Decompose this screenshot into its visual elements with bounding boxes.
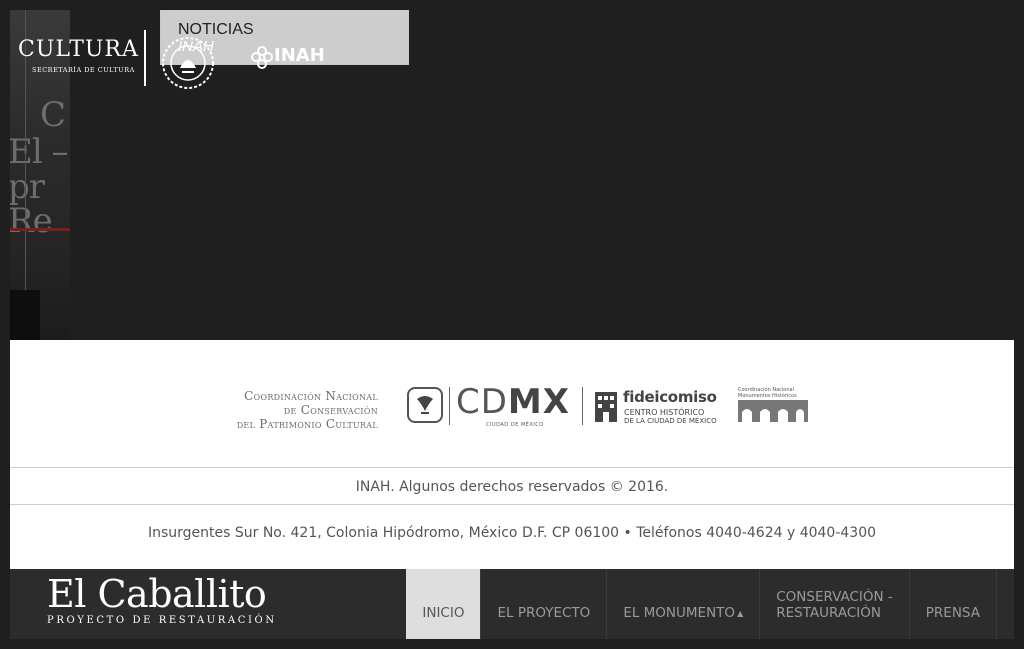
site-logo-subtitle: PROYECTO DE RESTAURACIÓN [47,615,277,626]
fideicomiso-subtitle: CENTRO HISTÓRICO [624,408,705,417]
thumbnail-shadow [10,290,40,340]
nav-item-el-proyecto[interactable]: EL PROYECTO [481,569,608,639]
inah-flower-icon [251,46,273,69]
monuments-arches-icon[interactable] [738,400,808,422]
copyright-text: INAH. Algunos derechos reservados © 2016… [10,467,1014,505]
main-navbar: El Caballito PROYECTO DE RESTAURACIÓN IN… [10,569,1014,639]
nav-item-label: EL PROYECTO [497,605,591,621]
caret-up-icon: ▲ [737,609,744,618]
logo-separator [144,30,146,86]
mexico-seal-icon [162,37,214,89]
thumbnail-ghost-text: El – [10,132,69,172]
cdmx-logo-bold: MX [507,382,570,422]
nav-item-label: PRENSA [925,605,980,621]
nav-item-label-line: CONSERVACIÓN - [776,589,893,605]
nav-item-inicio[interactable]: INICIO [406,569,482,639]
cncpc-logo[interactable]: Coordinación Nacional de Conservación de… [215,389,378,431]
nav-menu: INICIO EL PROYECTO EL MONUMENTO ▲ CONSERV… [406,569,997,639]
thumbnail-ghost-text: C [40,95,66,135]
cncpc-logo-line: de Conservación [283,403,378,417]
cultura-logo-subtitle: SECRETARÍA DE CULTURA [32,66,135,74]
fideicomiso-subtitle: DE LA CIUDAD DE MÉXICO [624,417,717,425]
cultura-logo: CULTURA [18,37,139,62]
nav-item-label: EL MONUMENTO [623,605,736,621]
fideicomiso-logo[interactable]: fideicomiso [623,388,717,406]
cncpc-logo-line: del Patrimonio Cultural [236,417,378,431]
partner-logos: Coordinación Nacional de Conservación de… [10,380,1014,440]
page-frame: C El – pr Re NOTICIAS INAH CULTURA SECRE… [10,10,1014,639]
contact-address: Insurgentes Sur No. 421, Colonia Hipódro… [147,525,877,541]
cdmx-logo-light: CD [456,382,508,422]
logo-divider [449,387,450,425]
nav-item-label-line: RESTAURACIÓN [776,605,881,621]
site-logo[interactable]: El Caballito PROYECTO DE RESTAURACIÓN [47,572,277,626]
phoenix-icon [417,396,433,414]
inah-logo: INAH [274,45,325,66]
site-logo-title: El Caballito [47,572,267,616]
nav-item-label: INICIO [422,605,465,621]
building-icon [595,392,617,422]
institution-logos: CULTURA SECRETARÍA DE CULTURA INAH [18,30,348,90]
site-footer: Coordinación Nacional de Conservación de… [10,340,1014,569]
cdmx-logo-subtitle: CIUDAD DE MÉXICO [486,422,544,428]
cdmx-phoenix-icon[interactable] [407,387,443,423]
cncpc-logo-line: Coordinación Nacional [244,389,378,403]
thumbnail-stripe [10,228,70,231]
top-content-area: C El – pr Re NOTICIAS INAH CULTURA SECRE… [10,10,1014,340]
cnmh-logo-line: Monumentos Históricos [738,393,797,399]
nav-item-prensa[interactable]: PRENSA [910,569,997,639]
nav-item-label: CONSERVACIÓN - RESTAURACIÓN [776,589,893,621]
nav-item-conservacion-restauracion[interactable]: CONSERVACIÓN - RESTAURACIÓN [760,569,910,639]
cdmx-logo[interactable]: CDMX [456,382,570,422]
nav-item-el-monumento[interactable]: EL MONUMENTO ▲ [607,569,761,639]
logo-divider [582,387,583,425]
